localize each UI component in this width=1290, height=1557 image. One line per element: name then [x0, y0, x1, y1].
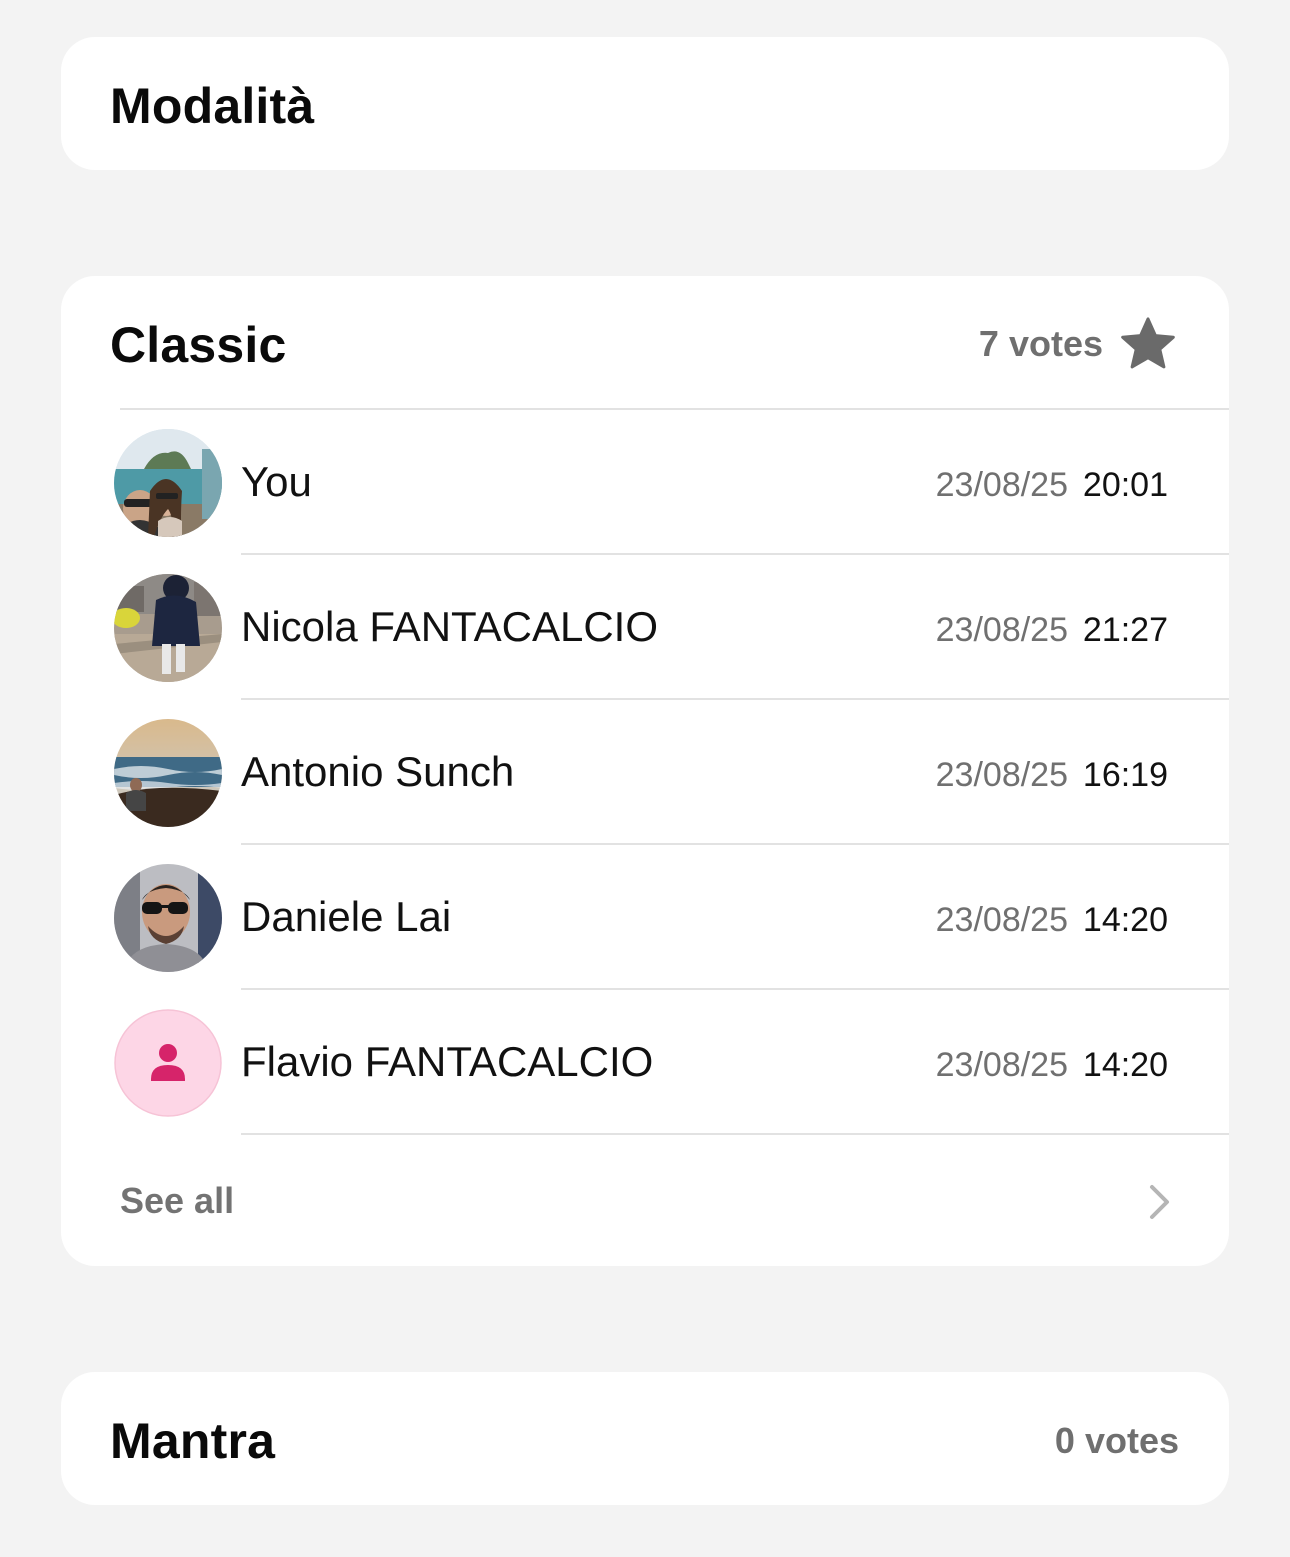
mantra-card: Mantra 0 votes [61, 1372, 1229, 1505]
classic-votes-group: 7 votes [979, 314, 1177, 374]
voter-name: Daniele Lai [241, 893, 452, 940]
avatar-photo-icon [114, 719, 222, 827]
modalita-title: Modalità [110, 78, 315, 134]
vote-time: 16:19 [1082, 756, 1168, 794]
classic-title: Classic [110, 317, 287, 373]
vote-time: 14:20 [1082, 1046, 1168, 1084]
vote-date: 23/08/25 [935, 756, 1068, 794]
vote-date: 23/08/25 [935, 1046, 1068, 1084]
voter-row[interactable]: Flavio FANTACALCIO 23/08/25 14:20 [61, 990, 1229, 1135]
vote-time: 20:01 [1082, 466, 1168, 504]
voter-name: Nicola FANTACALCIO [241, 603, 658, 650]
avatar-photo-icon [114, 429, 222, 537]
row-divider [241, 1133, 1229, 1135]
avatar-photo-icon [114, 574, 222, 682]
avatar-photo-icon [114, 864, 222, 972]
classic-votes-count: 7 votes [978, 323, 1103, 364]
voter-list: You 23/08/25 20:01 Nicola FANTACALCIO 23… [61, 410, 1229, 1135]
voter-row[interactable]: You 23/08/25 20:01 [61, 410, 1229, 555]
mantra-votes-count: 0 votes [1054, 1420, 1179, 1461]
voter-row[interactable]: Antonio Sunch 23/08/25 16:19 [61, 700, 1229, 845]
voter-row[interactable]: Nicola FANTACALCIO 23/08/25 21:27 [61, 555, 1229, 700]
avatar [114, 719, 222, 827]
voter-row[interactable]: Daniele Lai 23/08/25 14:20 [61, 845, 1229, 990]
voter-name: You [241, 458, 312, 505]
vote-time: 14:20 [1082, 901, 1168, 939]
default-person-icon [114, 1009, 222, 1117]
vote-time: 21:27 [1082, 611, 1168, 649]
classic-card: Classic 7 votes You 23/08/25 20:01 Nicol… [61, 276, 1229, 1266]
chevron-right-icon[interactable] [1147, 1182, 1173, 1222]
mantra-title: Mantra [110, 1413, 276, 1469]
vote-date: 23/08/25 [935, 466, 1068, 504]
avatar [114, 864, 222, 972]
vote-date: 23/08/25 [935, 901, 1068, 939]
avatar [114, 429, 222, 537]
modalita-card: Modalità [61, 37, 1229, 170]
voter-name: Flavio FANTACALCIO [241, 1038, 654, 1085]
see-all-link[interactable]: See all [120, 1180, 234, 1222]
avatar [114, 574, 222, 682]
voter-name: Antonio Sunch [241, 748, 515, 795]
avatar [114, 1009, 222, 1117]
vote-date: 23/08/25 [935, 611, 1068, 649]
star-icon[interactable] [1119, 315, 1177, 373]
